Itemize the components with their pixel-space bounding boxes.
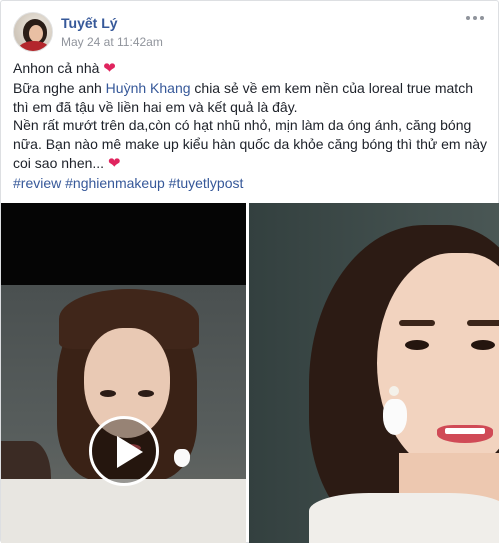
post-card: Tuyết Lý May 24 at 11:42am Anhon cả nhà …	[0, 0, 499, 543]
post-header: Tuyết Lý May 24 at 11:42am	[13, 11, 163, 53]
text-line: nữa. Bạn nào mê make up kiểu hàn quốc da…	[13, 136, 488, 153]
text-segment: Anhon cả nhà	[13, 60, 100, 76]
video-thumbnail[interactable]	[1, 203, 246, 543]
post-timestamp[interactable]: May 24 at 11:42am	[61, 34, 163, 50]
text-line: Anhon cả nhà ❤	[13, 59, 491, 79]
text-segment: chia sẻ về em kem nền của loreal true ma…	[194, 79, 473, 96]
hashtag-link[interactable]: #tuyetlypost	[169, 175, 244, 191]
post-text: Anhon cả nhà ❤ Bữa nghe anh Huỳnh Khang …	[13, 59, 491, 193]
hashtag-link[interactable]: #review	[13, 175, 61, 191]
heart-icon: ❤	[107, 154, 121, 172]
media-grid	[1, 203, 499, 543]
post-meta: Tuyết Lý May 24 at 11:42am	[61, 14, 163, 50]
ellipsis-icon[interactable]	[466, 13, 484, 23]
text-line: Bữa nghe anh Huỳnh Khang chia sẻ về em k…	[13, 79, 491, 98]
text-segment: coi sao nhen...	[13, 154, 105, 171]
heart-icon: ❤	[103, 60, 116, 77]
play-icon[interactable]	[89, 416, 159, 486]
text-line: thì em đã tậu về liền hai em và kết quả …	[13, 98, 298, 115]
text-segment: Bữa nghe anh	[13, 79, 102, 96]
hashtag-link[interactable]: #nghienmakeup	[65, 175, 165, 191]
author-avatar[interactable]	[13, 12, 53, 52]
photo-thumbnail[interactable]	[249, 203, 499, 543]
text-line: coi sao nhen... ❤	[13, 154, 491, 174]
text-line: Nền rất mướt trên da,còn có hạt nhũ nhỏ,…	[13, 117, 472, 134]
hashtag-line: #review #nghienmakeup #tuyetlypost	[13, 174, 491, 193]
author-name[interactable]: Tuyết Lý	[61, 14, 163, 32]
mention-link[interactable]: Huỳnh Khang	[106, 80, 191, 96]
